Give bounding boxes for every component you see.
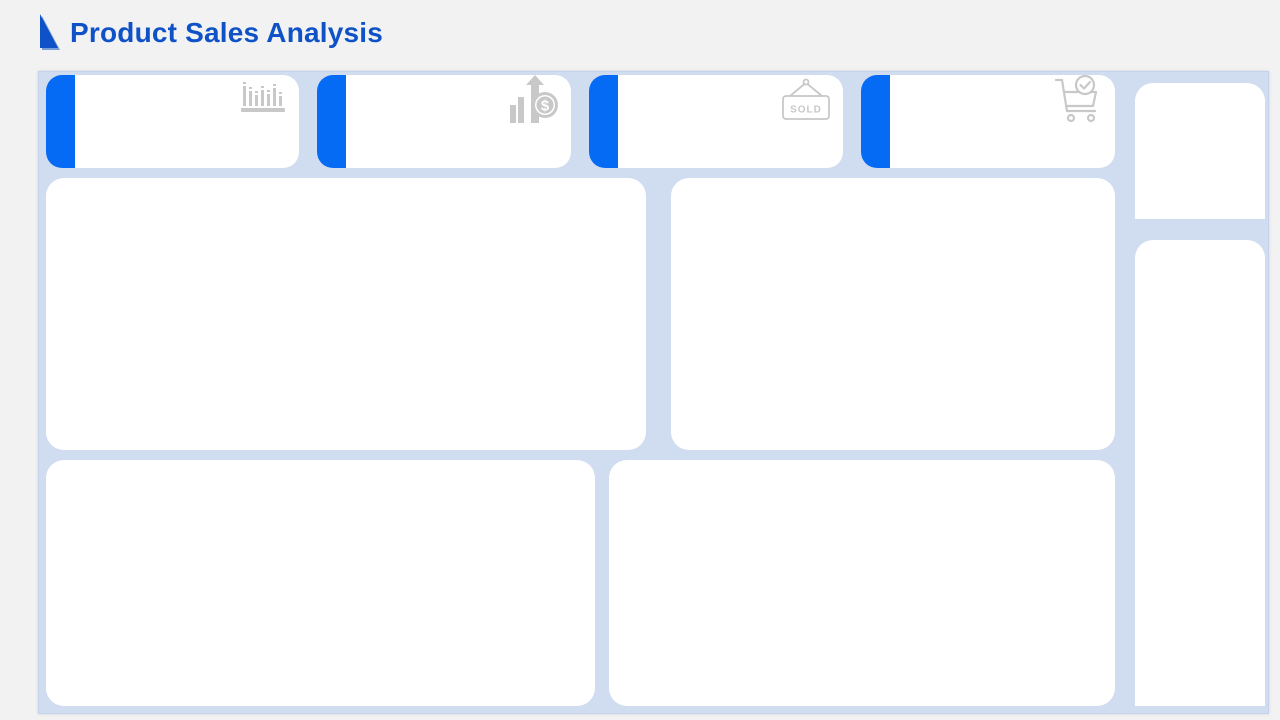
side-panel-top: [1135, 83, 1265, 219]
kpi-accent-bar: [317, 75, 346, 168]
side-panel-bottom: [1135, 240, 1265, 706]
chart-panel-top-right: [671, 178, 1115, 450]
title-marker-icon: [40, 14, 60, 50]
sold-sign-text: SOLD: [790, 105, 822, 116]
shopping-cart-check-icon: [1055, 75, 1101, 125]
kpi-card-1[interactable]: [46, 75, 299, 168]
svg-text:$: $: [541, 98, 550, 115]
page-title: Product Sales Analysis: [70, 17, 384, 48]
kpi-card-3[interactable]: SOLD: [589, 75, 843, 168]
chart-panel-bottom-right: [609, 460, 1115, 706]
kpi-accent-bar: [861, 75, 890, 168]
revenue-growth-icon: $: [509, 75, 559, 125]
chart-panel-top-left: [46, 178, 646, 450]
sold-sign-icon: SOLD: [781, 78, 831, 122]
kpi-card-4[interactable]: [861, 75, 1115, 168]
kpi-accent-bar: [589, 75, 618, 168]
kpi-accent-bar: [46, 75, 75, 168]
chart-panel-bottom-left: [46, 460, 595, 706]
bar-chart-icon: [241, 79, 287, 119]
kpi-card-2[interactable]: $: [317, 75, 571, 168]
